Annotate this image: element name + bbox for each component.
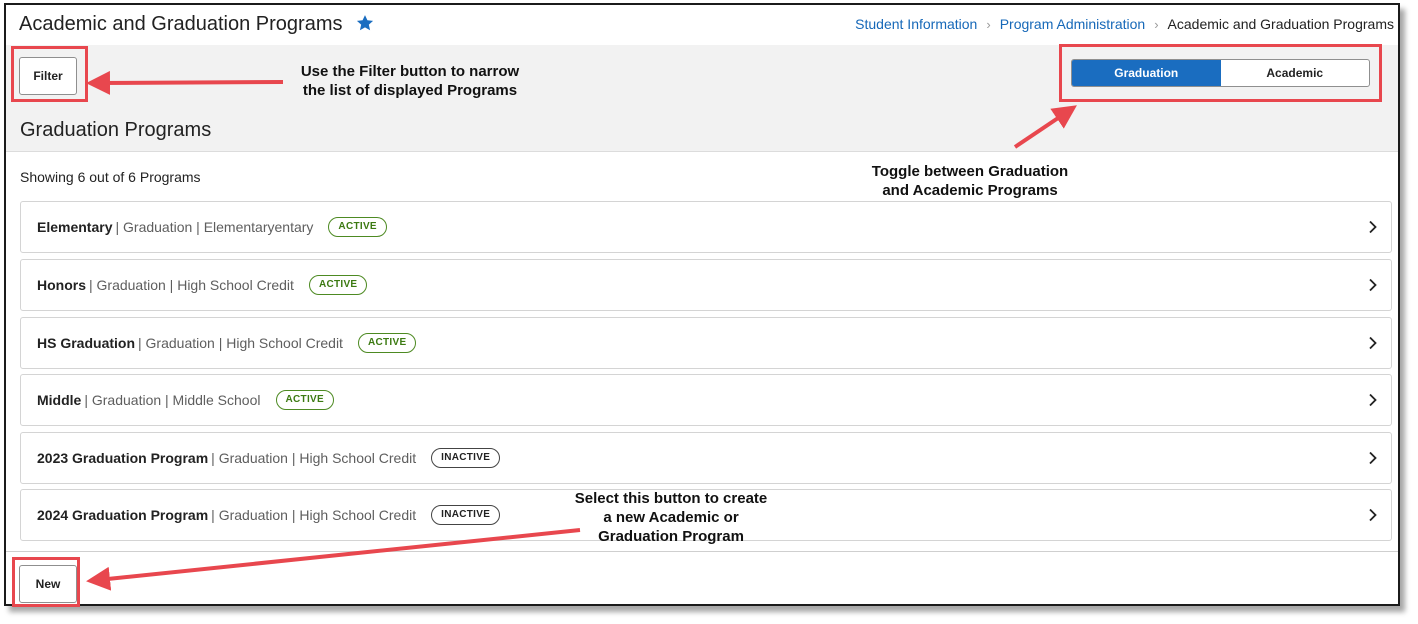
toggle-callout-line: Toggle between Graduation bbox=[871, 163, 1069, 180]
program-name: Middle bbox=[37, 392, 82, 408]
status-badge: ACTIVE bbox=[328, 217, 387, 237]
chevron-right-icon bbox=[1369, 278, 1377, 292]
status-badge: ACTIVE bbox=[357, 333, 417, 353]
program-row[interactable]: 2023 Graduation Program | Graduation | H… bbox=[20, 432, 1392, 484]
filter-callout-line: the list of displayed Programs bbox=[302, 82, 518, 99]
breadcrumb: Student Information › Program Administra… bbox=[855, 16, 1394, 32]
new-callout-line: a new Academic or bbox=[603, 509, 739, 526]
breadcrumb-student-information[interactable]: Student Information bbox=[855, 16, 977, 32]
chevron-right-icon bbox=[1369, 508, 1377, 522]
program-name: 2023 Graduation Program bbox=[37, 450, 209, 466]
footer-bar: New bbox=[6, 551, 1398, 604]
page-title: Academic and Graduation Programs bbox=[19, 13, 343, 35]
program-meta: | Graduation | High School Credit bbox=[89, 277, 294, 293]
filter-callout-line: Use the Filter button to narrow bbox=[300, 63, 520, 80]
filter-highlight bbox=[11, 46, 88, 102]
toggle-callout: Toggle between Graduation and Academic P… bbox=[850, 162, 1090, 200]
program-meta: | Graduation | Elementaryentary bbox=[115, 219, 314, 235]
program-meta: | Graduation | High School Credit bbox=[211, 507, 417, 523]
new-callout-line: Graduation Program bbox=[598, 528, 744, 545]
status-badge: INACTIVE bbox=[431, 505, 501, 525]
program-row[interactable]: HS Graduation | Graduation | High School… bbox=[20, 317, 1392, 369]
new-highlight bbox=[12, 557, 80, 607]
top-header: Academic and Graduation Programs Student… bbox=[6, 5, 1398, 46]
star-icon[interactable] bbox=[355, 13, 375, 33]
program-row[interactable]: Middle | Graduation | Middle School ACTI… bbox=[20, 374, 1392, 426]
section-title: Graduation Programs bbox=[20, 119, 212, 141]
chevron-right-icon: › bbox=[986, 16, 991, 32]
breadcrumb-program-administration[interactable]: Program Administration bbox=[1000, 16, 1146, 32]
breadcrumb-current: Academic and Graduation Programs bbox=[1167, 16, 1394, 32]
program-row[interactable]: Elementary | Graduation | Elementaryenta… bbox=[20, 201, 1392, 253]
program-name: HS Graduation bbox=[37, 335, 136, 351]
program-name: 2024 Graduation Program bbox=[37, 507, 209, 523]
filter-callout: Use the Filter button to narrow the list… bbox=[280, 62, 540, 100]
chevron-right-icon: › bbox=[1154, 16, 1159, 32]
status-badge: ACTIVE bbox=[308, 275, 368, 295]
section-header: Graduation Programs bbox=[6, 108, 1398, 152]
toggle-callout-line: and Academic Programs bbox=[882, 182, 1058, 199]
program-row[interactable]: Honors | Graduation | High School Credit… bbox=[20, 259, 1392, 311]
chevron-right-icon bbox=[1369, 393, 1377, 407]
results-count: Showing 6 out of 6 Programs bbox=[20, 169, 201, 185]
program-meta: | Graduation | Middle School bbox=[84, 392, 261, 408]
toggle-highlight bbox=[1059, 44, 1382, 102]
status-badge: ACTIVE bbox=[275, 390, 334, 410]
chevron-right-icon bbox=[1369, 220, 1377, 234]
program-name: Honors bbox=[37, 277, 86, 293]
status-badge: INACTIVE bbox=[431, 448, 501, 468]
new-callout-line: Select this button to create bbox=[574, 490, 768, 507]
program-meta: | Graduation | High School Credit bbox=[211, 450, 417, 466]
new-callout: Select this button to create a new Acade… bbox=[557, 489, 785, 546]
program-meta: | Graduation | High School Credit bbox=[138, 335, 343, 351]
program-name: Elementary bbox=[37, 219, 113, 235]
chevron-right-icon bbox=[1369, 451, 1377, 465]
chevron-right-icon bbox=[1369, 336, 1377, 350]
